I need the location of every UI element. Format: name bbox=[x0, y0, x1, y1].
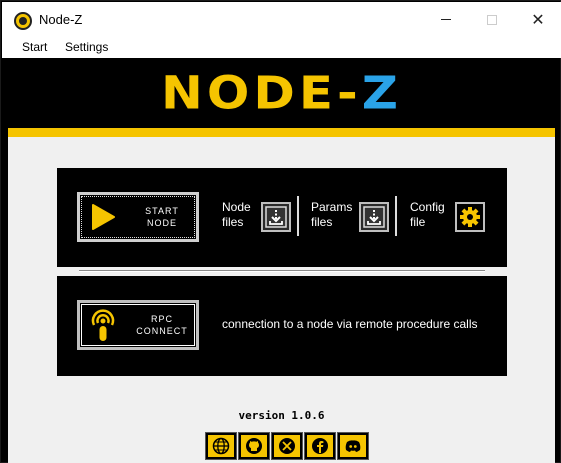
node-files-label: Node files bbox=[222, 200, 251, 229]
params-files-download-button[interactable] bbox=[359, 202, 389, 232]
main-content: START NODE Node files Params files Confi… bbox=[8, 137, 555, 463]
params-files-label: Params files bbox=[311, 200, 353, 229]
close-button[interactable]: ✕ bbox=[515, 2, 561, 37]
title-bar[interactable]: Node-Z ✕ bbox=[2, 2, 561, 37]
divider bbox=[297, 196, 299, 236]
node-panel: START NODE Node files Params files Confi… bbox=[57, 168, 507, 267]
divider bbox=[395, 196, 397, 236]
rpc-connect-button[interactable]: RPC CONNECT bbox=[77, 300, 199, 350]
minimize-button[interactable] bbox=[423, 2, 469, 37]
download-icon bbox=[363, 206, 385, 228]
banner: NODE-Z bbox=[8, 58, 555, 128]
version-label: version 1.0.6 bbox=[238, 409, 325, 422]
social-links bbox=[205, 432, 369, 460]
node-files-download-button[interactable] bbox=[261, 202, 291, 232]
maximize-icon bbox=[487, 14, 497, 25]
config-file-label: Config file bbox=[410, 200, 445, 229]
menu-bar: Start Settings bbox=[2, 37, 561, 58]
github-link[interactable] bbox=[238, 432, 270, 460]
start-node-button[interactable]: START NODE bbox=[77, 192, 199, 242]
globe-icon bbox=[212, 437, 230, 455]
banner-underline bbox=[8, 128, 555, 137]
github-icon bbox=[246, 438, 262, 454]
x-icon bbox=[279, 438, 295, 454]
app-logo-icon bbox=[14, 12, 32, 30]
discord-link[interactable] bbox=[337, 432, 369, 460]
play-icon bbox=[92, 204, 115, 230]
rpc-panel: RPC CONNECT connection to a node via rem… bbox=[57, 276, 507, 376]
minimize-icon bbox=[441, 19, 451, 20]
gear-icon bbox=[460, 207, 480, 227]
window-title: Node-Z bbox=[39, 12, 83, 27]
website-link[interactable] bbox=[205, 432, 237, 460]
start-node-label-2: NODE bbox=[146, 218, 177, 228]
download-icon bbox=[265, 206, 287, 228]
node-z-logo: NODE-Z bbox=[8, 58, 555, 128]
facebook-link[interactable] bbox=[304, 432, 336, 460]
close-icon: ✕ bbox=[531, 11, 545, 29]
config-file-button[interactable] bbox=[455, 202, 485, 232]
rpc-label-1: RPC bbox=[150, 314, 173, 324]
rpc-label-2: CONNECT bbox=[136, 326, 188, 336]
antenna-icon bbox=[91, 309, 115, 341]
menu-start[interactable]: Start bbox=[22, 40, 47, 54]
menu-settings[interactable]: Settings bbox=[65, 40, 108, 54]
app-window: Node-Z ✕ Start Settings NODE-Z START NOD… bbox=[0, 0, 561, 463]
logo-accent-text: Z bbox=[361, 66, 403, 120]
maximize-button[interactable] bbox=[469, 2, 515, 37]
rpc-description: connection to a node via remote procedur… bbox=[222, 317, 478, 331]
start-node-label-1: START bbox=[145, 206, 179, 216]
facebook-icon bbox=[312, 438, 328, 454]
discord-icon bbox=[345, 440, 361, 452]
section-divider bbox=[79, 270, 485, 272]
x-link[interactable] bbox=[271, 432, 303, 460]
logo-main-text: NODE- bbox=[160, 66, 362, 120]
